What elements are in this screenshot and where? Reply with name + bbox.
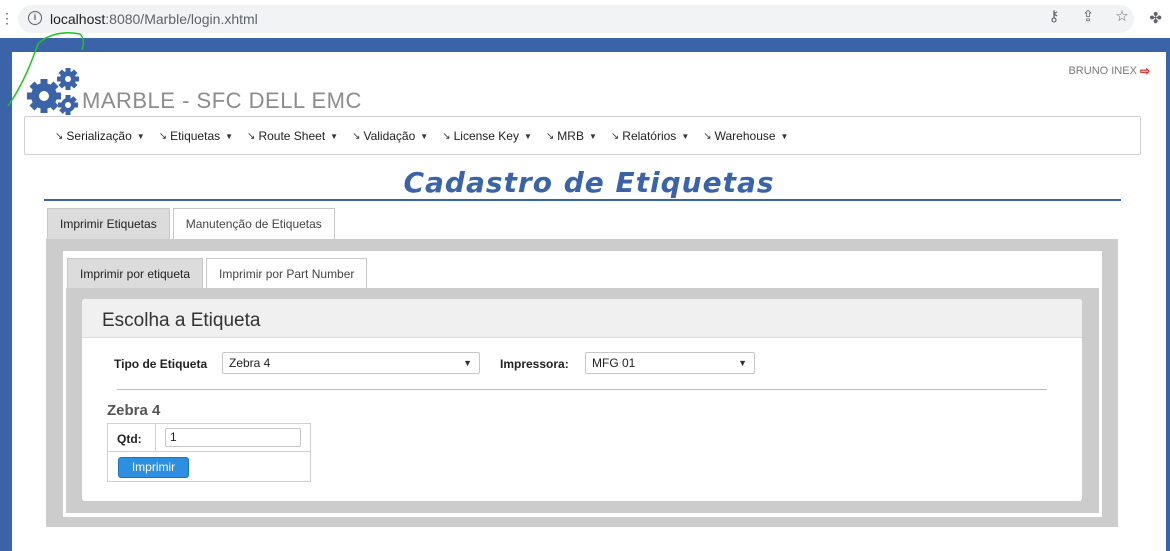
arrow-down-right-icon: ↘	[703, 130, 712, 142]
caret-down-icon: ▼	[523, 131, 532, 141]
menu-item-validacao[interactable]: ↘ Validação ▼	[352, 129, 428, 143]
inner-tab-container: Imprimir por etiqueta Imprimir por Part …	[63, 251, 1102, 517]
inner-tab-panel: Escolha a Etiqueta Tipo de Etiqueta Zebr…	[66, 288, 1099, 513]
tab-imprimir-por-part-number[interactable]: Imprimir por Part Number	[206, 258, 368, 289]
arrow-down-right-icon: ↘	[158, 130, 168, 142]
arrow-down-right-icon: ↘	[352, 130, 361, 142]
print-form: Qtd: 1 Imprimir	[107, 423, 311, 482]
address-bar[interactable]: i localhost:8080/Marble/login.xhtml	[18, 5, 1134, 33]
user-name: BRUNO INEX	[1068, 65, 1137, 77]
tab-manutencao-etiquetas[interactable]: Manutenção de Etiquetas	[172, 208, 335, 239]
outer-tab-panel: Imprimir por etiqueta Imprimir por Part …	[46, 239, 1118, 527]
impressora-label: Impressora:	[500, 357, 569, 371]
tipo-etiqueta-label: Tipo de Etiqueta	[114, 357, 208, 371]
caret-down-icon: ▼	[780, 131, 789, 141]
selected-label-title: Zebra 4	[107, 402, 161, 419]
qtd-label: Qtd:	[117, 432, 142, 446]
arrow-down-right-icon: ↘	[610, 130, 620, 142]
share-icon[interactable]: ⇪	[1080, 7, 1096, 25]
info-icon[interactable]: i	[28, 11, 42, 25]
logout-icon[interactable]: ⇨	[1140, 64, 1150, 78]
app-title: MARBLE - SFC DELL EMC	[82, 88, 362, 113]
qtd-input[interactable]: 1	[165, 428, 301, 447]
impressora-select[interactable]: MFG 01 ▼	[585, 352, 755, 374]
menu-item-serializacao[interactable]: ↘ Serialização ▼	[55, 129, 145, 143]
form-divider	[117, 389, 1047, 390]
browser-toolbar: ⋮ i localhost:8080/Marble/login.xhtml ⚷ …	[0, 0, 1170, 38]
menu-item-license-key[interactable]: ↘ License Key ▼	[442, 129, 532, 143]
menu-item-warehouse[interactable]: ↘ Warehouse ▼	[703, 129, 788, 143]
menu-item-route-sheet[interactable]: ↘ Route Sheet ▼	[247, 129, 338, 143]
page-content: MARBLE - SFC DELL EMC BRUNO INEX ⇨ ↘ Seri…	[12, 52, 1166, 551]
menu-item-mrb[interactable]: ↘ MRB ▼	[546, 129, 597, 143]
arrow-down-right-icon: ↘	[442, 130, 451, 142]
caret-down-icon: ▼	[588, 131, 597, 141]
outer-tab-bar: Imprimir Etiquetas Manutenção de Etiquet…	[47, 208, 335, 239]
page-title: Cadastro de Etiquetas	[403, 166, 775, 199]
key-icon[interactable]: ⚷	[1046, 7, 1062, 25]
caret-down-icon: ▼	[738, 358, 747, 368]
label-selection-card: Escolha a Etiqueta Tipo de Etiqueta Zebr…	[82, 299, 1082, 501]
arrow-down-right-icon: ↘	[55, 130, 64, 142]
tab-imprimir-por-etiqueta[interactable]: Imprimir por etiqueta	[67, 258, 204, 289]
inner-tab-bar: Imprimir por etiqueta Imprimir por Part …	[67, 258, 368, 289]
arrow-down-right-icon: ↘	[247, 130, 256, 142]
card-title: Escolha a Etiqueta	[102, 310, 261, 331]
star-icon[interactable]: ☆	[1114, 7, 1130, 25]
menu-item-etiquetas[interactable]: ↘ Etiquetas ▼	[159, 129, 233, 143]
caret-down-icon: ▼	[136, 131, 145, 141]
arrow-down-right-icon: ↘	[545, 130, 555, 142]
caret-down-icon: ▼	[681, 131, 690, 141]
imprimir-button[interactable]: Imprimir	[118, 457, 189, 478]
caret-down-icon: ▼	[330, 131, 339, 141]
title-divider	[44, 199, 1121, 201]
annotation-scribble	[7, 32, 85, 107]
extensions-icon[interactable]: ✤	[1149, 9, 1162, 27]
tipo-etiqueta-select[interactable]: Zebra 4 ▼	[222, 352, 480, 374]
caret-down-icon: ▼	[420, 131, 429, 141]
main-menu: ↘ Serialização ▼ ↘ Etiquetas ▼ ↘ Route Sheet ▼…	[24, 116, 1141, 155]
menu-item-relatorios[interactable]: ↘ Relatórios ▼	[611, 129, 689, 143]
user-logout-link[interactable]: BRUNO INEX ⇨	[1068, 64, 1150, 78]
url-text[interactable]: localhost:8080/Marble/login.xhtml	[50, 11, 258, 27]
caret-down-icon: ▼	[225, 131, 234, 141]
qty-row: Qtd: 1	[108, 424, 310, 452]
page-frame: MARBLE - SFC DELL EMC BRUNO INEX ⇨ ↘ Seri…	[0, 38, 1170, 551]
tab-imprimir-etiquetas[interactable]: Imprimir Etiquetas	[47, 208, 170, 239]
caret-down-icon: ▼	[463, 358, 472, 368]
